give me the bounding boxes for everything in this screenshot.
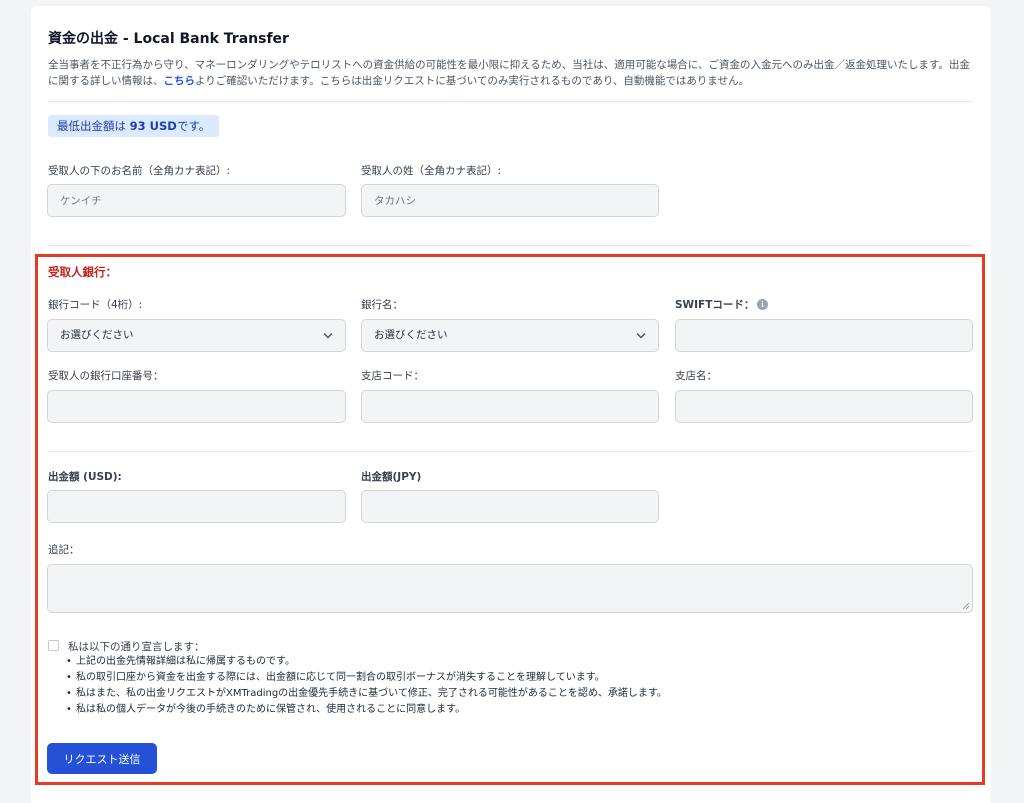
min-amount-badge: 最低出金額は 93 USDです。	[48, 115, 220, 137]
divider	[48, 451, 973, 452]
notes-label: 追記：	[48, 544, 80, 556]
intro-text: 全当事者を不正行為から守り、マネーロンダリングやテロリストへの資金供給の可能性を…	[48, 57, 978, 89]
notes-textarea[interactable]	[47, 564, 973, 613]
info-link[interactable]: こちら	[164, 75, 196, 87]
min-amount-suffix: です。	[176, 119, 211, 133]
min-amount-value: 93 USD	[129, 119, 177, 133]
info-icon[interactable]: i	[757, 299, 768, 310]
declaration-item: 私は私の個人データが今後の手続きのために保管され、使用されることに同意します。	[66, 702, 667, 718]
min-amount-prefix: 最低出金額は	[57, 119, 130, 133]
branch-name-input[interactable]	[675, 390, 973, 423]
branch-name-label: 支店名：	[675, 370, 717, 382]
amount-usd-input[interactable]	[47, 490, 346, 523]
account-number-label: 受取人の銀行口座番号：	[48, 370, 164, 382]
page-title: 資金の出金 - Local Bank Transfer	[48, 31, 289, 47]
declaration-item: 私の取引口座から資金を出金する際には、出金額に応じて同一割合の取引ボーナスが消失…	[66, 670, 667, 686]
divider	[48, 245, 973, 246]
bank-code-select[interactable]: お選びください	[47, 319, 346, 352]
swift-code-input[interactable]	[675, 319, 973, 352]
declaration-checkbox[interactable]	[48, 640, 59, 651]
resize-handle-icon[interactable]	[962, 602, 970, 610]
last-name-input[interactable]	[361, 184, 659, 217]
declaration-title: 私は以下の通り宣言します：	[68, 641, 205, 653]
bank-code-label: 銀行コード（4桁）:	[48, 299, 143, 311]
first-name-label: 受取人の下のお名前（全角カナ表記）:	[48, 165, 231, 177]
amount-jpy-label: 出金額(JPY)	[361, 471, 422, 483]
amount-usd-label: 出金額 (USD):	[48, 471, 122, 483]
declaration-item: 私はまた、私の出金リクエストがXMTradingの出金優先手続きに基づいて修正、…	[66, 686, 667, 702]
chevron-down-icon	[636, 332, 646, 339]
last-name-label: 受取人の姓（全角カナ表記）:	[361, 165, 502, 177]
submit-request-button[interactable]: リクエスト送信	[47, 743, 157, 774]
divider	[48, 101, 973, 102]
first-name-input[interactable]	[47, 184, 346, 217]
bank-section-title: 受取人銀行：	[48, 265, 117, 279]
swift-code-label: SWIFTコード：	[675, 299, 755, 311]
branch-code-label: 支店コード：	[361, 370, 424, 382]
account-number-input[interactable]	[47, 390, 346, 423]
intro-text-part2: よりご確認いただけます。こちらは出金リクエストに基づいてのみ実行されるものであり…	[195, 75, 750, 87]
amount-jpy-input[interactable]	[361, 490, 659, 523]
bank-name-selected: お選びください	[374, 329, 448, 341]
branch-code-input[interactable]	[361, 390, 659, 423]
bank-name-label: 銀行名：	[361, 299, 403, 311]
bank-code-selected: お選びください	[60, 329, 134, 341]
chevron-down-icon	[323, 332, 333, 339]
bank-name-select[interactable]: お選びください	[361, 319, 659, 352]
declaration-item: 上記の出金先情報詳細は私に帰属するものです。	[66, 654, 667, 670]
declaration-list: 上記の出金先情報詳細は私に帰属するものです。 私の取引口座から資金を出金する際に…	[66, 654, 667, 718]
